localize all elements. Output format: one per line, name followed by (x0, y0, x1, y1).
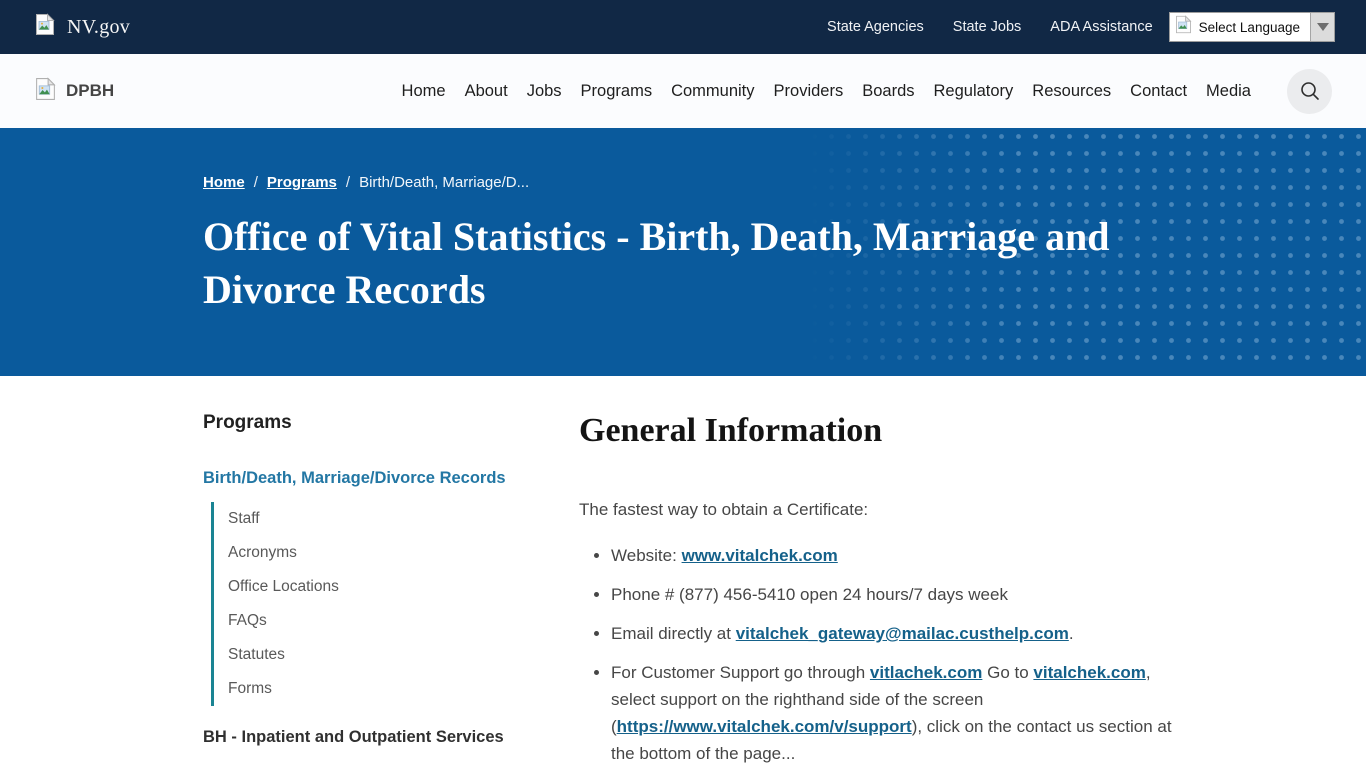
sidebar-sublist: Staff Acronyms Office Locations FAQs Sta… (211, 502, 579, 706)
nav-item-media[interactable]: Media (1206, 82, 1251, 101)
bullet-customer-support: For Customer Support go through vitlache… (611, 659, 1179, 767)
nav-item-community[interactable]: Community (671, 82, 754, 101)
breadcrumb-separator: / (346, 174, 350, 191)
sidebar-item-faqs[interactable]: FAQs (228, 604, 579, 638)
chevron-down-icon (1317, 23, 1329, 31)
nav-item-jobs[interactable]: Jobs (527, 82, 562, 101)
bullet-website: Website: www.vitalchek.com (611, 542, 1179, 569)
main-content: General Information The fastest way to o… (579, 412, 1179, 768)
translate-image-icon (1175, 15, 1192, 39)
content-link[interactable]: vitlachek.com (870, 663, 982, 682)
sidebar-heading: Programs (203, 412, 579, 434)
nav-item-programs[interactable]: Programs (581, 82, 653, 101)
search-icon (1299, 80, 1321, 102)
breadcrumb-current: Birth/Death, Marriage/D... (359, 174, 529, 191)
info-bullet-list: Website: www.vitalchek.com Phone # (877)… (579, 542, 1179, 767)
broken-image-icon (35, 13, 55, 41)
search-button[interactable] (1287, 69, 1332, 114)
state-agencies-link[interactable]: State Agencies (827, 19, 924, 35)
select-language-dropdown[interactable]: Select Language (1169, 12, 1335, 42)
page-title: Office of Vital Statistics - Birth, Deat… (203, 210, 1203, 316)
language-dropdown-button[interactable] (1310, 13, 1334, 41)
content-link[interactable]: https://www.vitalchek.com/v/support (617, 717, 912, 736)
breadcrumb: Home / Programs / Birth/Death, Marriage/… (203, 174, 1366, 191)
breadcrumb-separator: / (254, 174, 258, 191)
nvgov-logo[interactable]: NV.gov (35, 13, 130, 41)
content-area: Programs Birth/Death, Marriage/Divorce R… (0, 376, 1366, 768)
ada-assistance-link[interactable]: ADA Assistance (1050, 19, 1152, 35)
breadcrumb-home[interactable]: Home (203, 174, 245, 191)
sidebar-item-acronyms[interactable]: Acronyms (228, 536, 579, 570)
state-jobs-link[interactable]: State Jobs (953, 19, 1022, 35)
bullet-email: Email directly at vitalchek_gateway@mail… (611, 620, 1179, 647)
content-link[interactable]: vitalchek.com (1033, 663, 1145, 682)
sidebar-item-forms[interactable]: Forms (228, 672, 579, 706)
nav-item-contact[interactable]: Contact (1130, 82, 1187, 101)
utility-bar: NV.gov State Agencies State Jobs ADA Ass… (0, 0, 1366, 54)
nav-item-about[interactable]: About (465, 82, 508, 101)
dpbh-brand-text: DPBH (66, 81, 114, 101)
intro-text: The fastest way to obtain a Certificate: (579, 500, 1179, 520)
nav-item-providers[interactable]: Providers (774, 82, 844, 101)
utility-links: State Agencies State Jobs ADA Assistance (827, 19, 1153, 35)
main-nav-menu: Home About Jobs Programs Community Provi… (402, 82, 1251, 101)
sidebar-item-statutes[interactable]: Statutes (228, 638, 579, 672)
nvgov-brand-text: NV.gov (67, 16, 130, 39)
content-link[interactable]: www.vitalchek.com (682, 546, 838, 565)
dpbh-logo[interactable]: DPBH (35, 77, 114, 106)
content-link[interactable]: vitalchek_gateway@mailac.custhelp.com (736, 624, 1069, 643)
nav-item-boards[interactable]: Boards (862, 82, 914, 101)
nav-item-regulatory[interactable]: Regulatory (934, 82, 1014, 101)
select-language-label: Select Language (1192, 20, 1310, 35)
sidebar-item-staff[interactable]: Staff (228, 502, 579, 536)
section-heading: General Information (579, 412, 1179, 450)
nav-item-resources[interactable]: Resources (1032, 82, 1111, 101)
nav-item-home[interactable]: Home (402, 82, 446, 101)
hero-banner: Home / Programs / Birth/Death, Marriage/… (0, 128, 1366, 376)
sidebar-item-office-locations[interactable]: Office Locations (228, 570, 579, 604)
sidebar-item-bh-services[interactable]: BH - Inpatient and Outpatient Services (203, 728, 579, 747)
main-navbar: DPBH Home About Jobs Programs Community … (0, 54, 1366, 128)
breadcrumb-programs[interactable]: Programs (267, 174, 337, 191)
sidebar-item-birth-death-records[interactable]: Birth/Death, Marriage/Divorce Records (203, 469, 579, 488)
bullet-phone: Phone # (877) 456-5410 open 24 hours/7 d… (611, 581, 1179, 608)
broken-image-icon (35, 77, 56, 106)
sidebar: Programs Birth/Death, Marriage/Divorce R… (203, 412, 579, 768)
